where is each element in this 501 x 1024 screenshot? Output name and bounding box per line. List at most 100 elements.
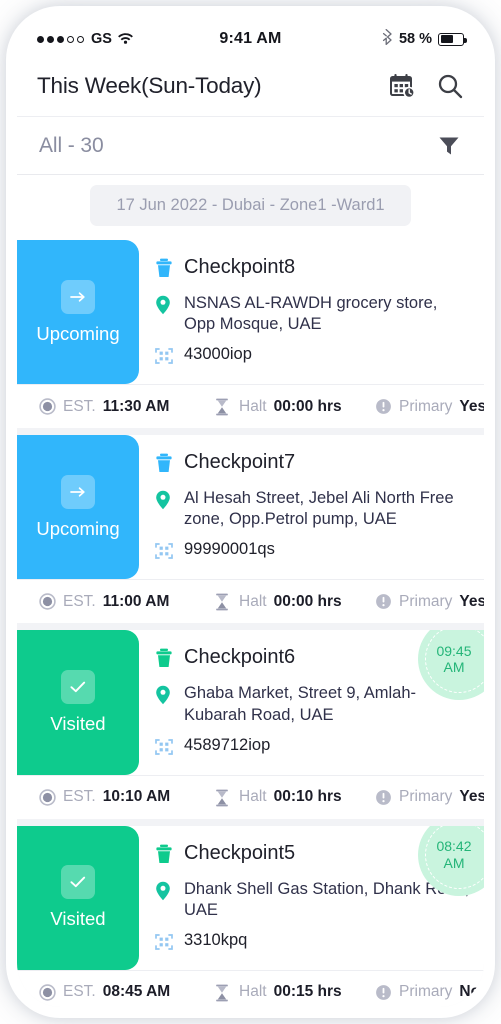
location-pin-icon — [155, 879, 173, 906]
meta-est: EST. 11:00 AM — [39, 593, 215, 611]
status-badge-upcoming[interactable]: Upcoming — [17, 435, 139, 580]
status-badge-upcoming[interactable]: Upcoming — [17, 240, 139, 385]
location-pin-icon — [155, 683, 173, 710]
phone-frame: GS 9:41 AM 58 % This Week(Sun-Today) All… — [6, 6, 495, 1018]
header-actions — [388, 72, 464, 100]
checkpoint-address-row: Dhank Shell Gas Station, Dhank Road, UAE — [155, 879, 470, 921]
checkpoint-meta-row: EST. 08:45 AM Halt 00:15 hrs Primary No — [17, 969, 484, 1007]
bluetooth-icon — [382, 28, 393, 49]
calendar-clock-icon[interactable] — [388, 72, 416, 100]
hourglass-icon — [215, 398, 232, 416]
checkpoint-name-row: Checkpoint6 — [155, 646, 470, 673]
primary-value: Yes — [459, 397, 484, 415]
checkpoint-code: 3310kpq — [184, 930, 248, 949]
est-label: EST. — [63, 592, 96, 610]
search-icon[interactable] — [436, 72, 464, 100]
primary-label: Primary — [399, 983, 453, 1001]
status-badge-visited[interactable]: Visited — [17, 630, 139, 775]
clock-icon — [39, 593, 56, 611]
filter-select[interactable]: All - 30 — [39, 134, 436, 158]
est-value: 11:30 AM — [102, 397, 170, 415]
est-label: EST. — [63, 983, 96, 1001]
checkpoint-address-row: Al Hesah Street, Jebel Ali North Free zo… — [155, 488, 470, 530]
halt-value: 00:10 hrs — [273, 788, 342, 806]
est-value: 08:45 AM — [102, 983, 171, 1001]
bin-icon — [155, 842, 173, 869]
checkpoint-address-row: NSNAS AL-RAWDH grocery store, Opp Mosque… — [155, 293, 470, 335]
checkpoint-card[interactable]: 09:45 AM Visited Checkpoint6 Ghaba Market, S… — [17, 630, 484, 819]
qr-scan-icon — [155, 345, 173, 370]
primary-label: Primary — [399, 788, 453, 806]
qr-scan-icon — [155, 540, 173, 565]
checkpoint-name: Checkpoint7 — [184, 451, 296, 474]
meta-est: EST. 10:10 AM — [39, 788, 215, 806]
checkpoint-address: Dhank Shell Gas Station, Dhank Road, UAE — [184, 879, 470, 919]
checkpoint-code: 4589712iop — [184, 735, 271, 754]
checkpoint-card[interactable]: Upcoming Checkpoint8 NSNAS AL-RAWDH grocer… — [17, 240, 484, 429]
battery-icon — [438, 32, 468, 46]
halt-value: 00:00 hrs — [273, 592, 342, 610]
info-icon — [375, 398, 392, 415]
checkpoint-address-row: Ghaba Market, Street 9, Amlah-Kubarah Ro… — [155, 683, 470, 725]
checkpoint-address: Ghaba Market, Street 9, Amlah-Kubarah Ro… — [184, 684, 417, 724]
checkpoint-code: 99990001qs — [184, 540, 275, 559]
funnel-icon[interactable] — [436, 133, 462, 159]
checkpoint-meta-row: EST. 11:00 AM Halt 00:00 hrs Primary Yes — [17, 579, 484, 623]
checkpoint-card[interactable]: Upcoming Checkpoint7 Al Hesah Street, Jebe… — [17, 435, 484, 624]
checkpoint-main: Upcoming Checkpoint7 Al Hesah Street, Jebe… — [17, 435, 484, 580]
filter-bar: All - 30 — [17, 117, 484, 175]
status-label: Visited — [50, 908, 106, 930]
wifi-icon — [117, 31, 134, 48]
qr-scan-icon — [155, 931, 173, 956]
est-label: EST. — [63, 788, 96, 806]
checkpoint-details: Checkpoint7 Al Hesah Street, Jebel Ali No… — [139, 435, 484, 579]
qr-scan-icon — [155, 736, 173, 761]
checkpoint-name: Checkpoint6 — [184, 646, 296, 669]
est-value: 11:00 AM — [102, 592, 170, 610]
checkpoint-name-row: Checkpoint5 — [155, 842, 470, 869]
checkpoint-name: Checkpoint8 — [184, 256, 296, 278]
date-group-chip: 17 Jun 2022 - Dubai - Zone1 -Ward1 — [90, 185, 411, 226]
bin-icon — [155, 646, 173, 673]
status-bar: GS 9:41 AM 58 % — [17, 17, 484, 55]
halt-label: Halt — [239, 983, 267, 1001]
checkpoint-details: Checkpoint6 Ghaba Market, Street 9, Amlah… — [139, 630, 484, 774]
halt-label: Halt — [239, 592, 267, 610]
bin-icon — [155, 451, 173, 478]
info-icon — [375, 593, 392, 610]
checkpoint-address: NSNAS AL-RAWDH grocery store, Opp Mosque… — [184, 294, 438, 334]
checkpoint-list[interactable]: 17 Jun 2022 - Dubai - Zone1 -Ward1 Upcom… — [17, 175, 484, 1007]
hourglass-icon — [215, 789, 232, 807]
status-badge-visited[interactable]: Visited — [17, 825, 139, 970]
meta-halt: Halt 00:00 hrs — [215, 593, 375, 611]
location-pin-icon — [155, 293, 173, 320]
checkpoint-code: 43000iop — [184, 345, 252, 364]
status-label: Upcoming — [36, 517, 120, 539]
checkpoint-details: Checkpoint5 Dhank Shell Gas Station, Dhan… — [139, 826, 484, 970]
arrow-right-icon — [61, 474, 95, 509]
meta-primary: Primary Yes — [375, 788, 484, 806]
checkpoint-main: 09:45 AM Visited Checkpoint6 Ghaba Market, S… — [17, 630, 484, 775]
checkpoint-card[interactable]: 08:42 AM Visited Checkpoint5 Dhank Shell Gas… — [17, 825, 484, 1007]
hourglass-icon — [215, 984, 232, 1002]
arrow-right-icon — [61, 279, 95, 314]
meta-primary: Primary No — [375, 983, 480, 1001]
meta-est: EST. 11:30 AM — [39, 398, 215, 416]
status-label: Visited — [50, 713, 106, 735]
carrier-label: GS — [91, 31, 112, 47]
checkpoint-details: Checkpoint8 NSNAS AL-RAWDH grocery store,… — [139, 240, 484, 384]
checkpoint-code-row: 3310kpq — [155, 931, 470, 956]
primary-value: Yes — [459, 592, 484, 610]
primary-value: No — [459, 983, 481, 1001]
checkpoint-code-row: 99990001qs — [155, 540, 470, 565]
checkpoint-name: Checkpoint5 — [184, 841, 296, 864]
hourglass-icon — [215, 593, 232, 611]
status-label: Upcoming — [36, 322, 120, 344]
bin-icon — [155, 256, 173, 283]
est-label: EST. — [63, 397, 96, 415]
clock-icon — [39, 788, 56, 806]
info-icon — [375, 984, 392, 1001]
meta-primary: Primary Yes — [375, 398, 484, 416]
checkpoint-meta-row: EST. 10:10 AM Halt 00:10 hrs Primary Yes — [17, 774, 484, 819]
meta-est: EST. 08:45 AM — [39, 983, 215, 1001]
